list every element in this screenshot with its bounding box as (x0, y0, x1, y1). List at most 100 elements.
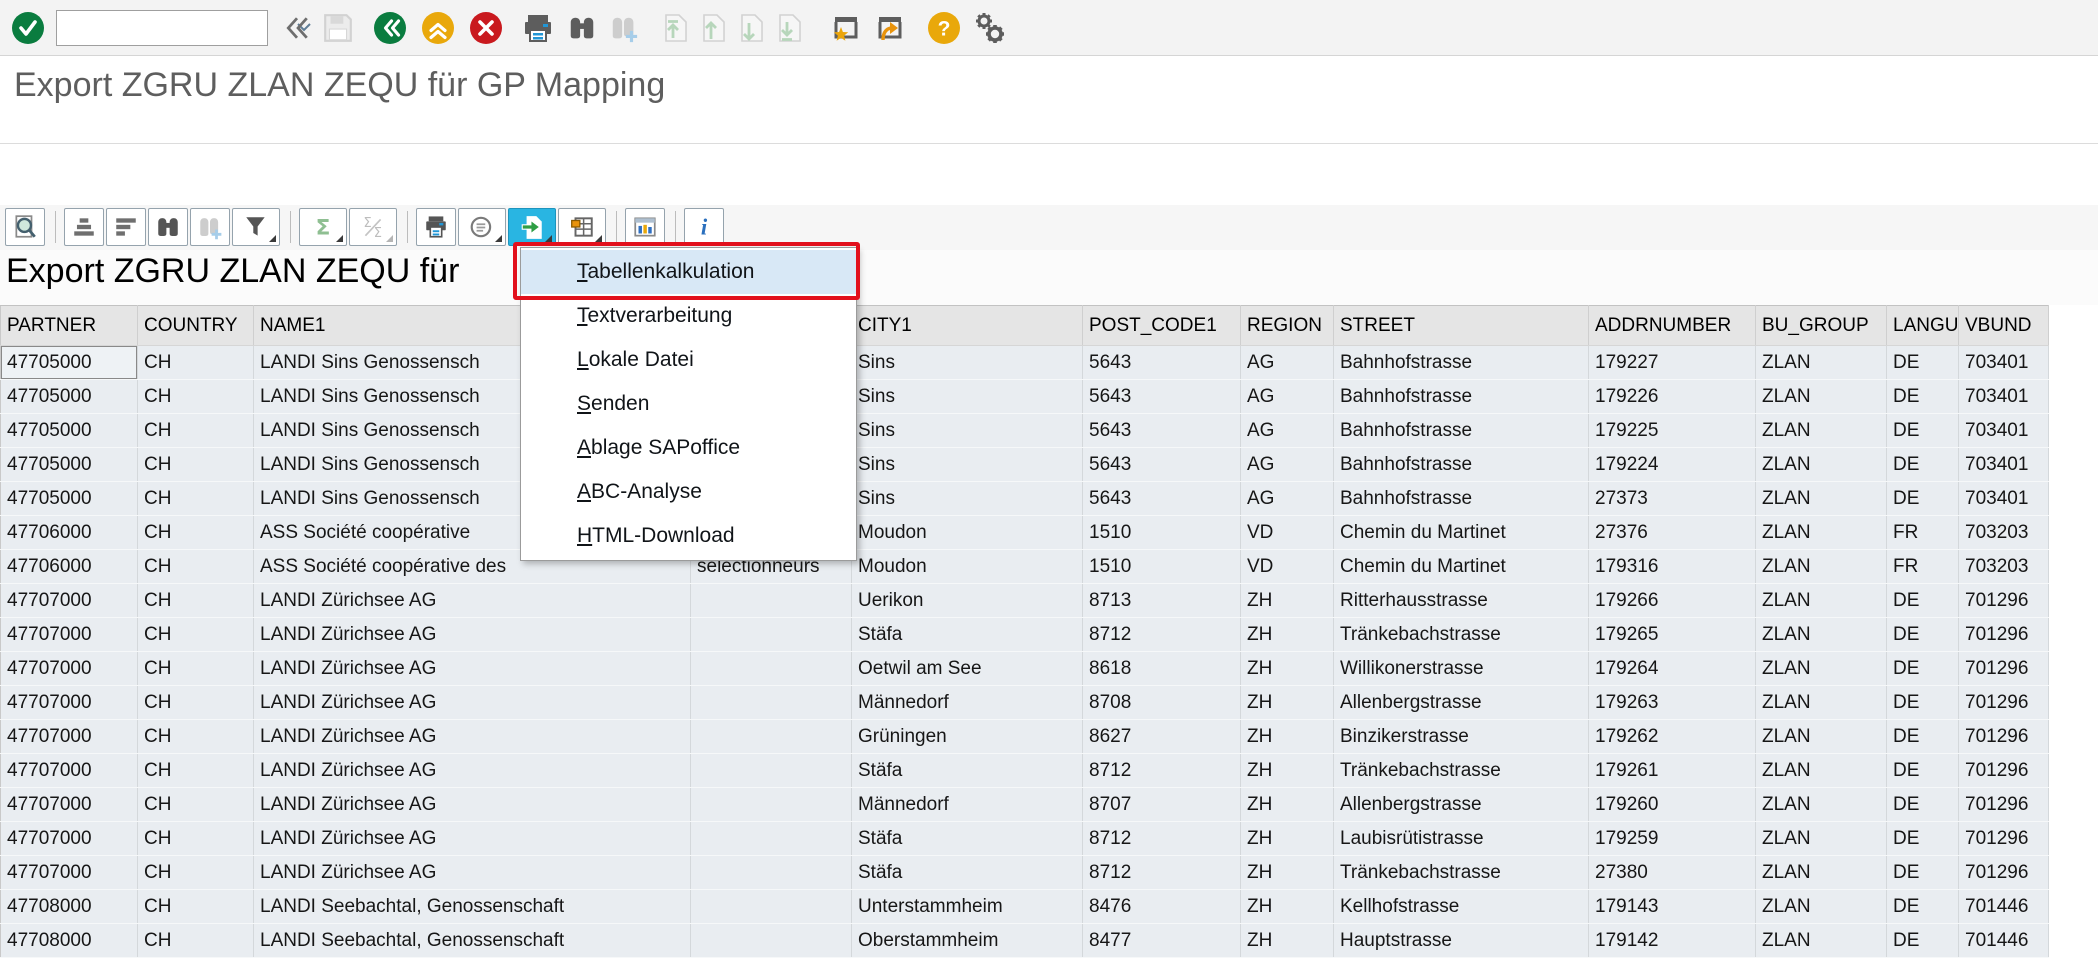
cell[interactable]: Tränkebachstrasse (1334, 856, 1589, 890)
cell[interactable]: AG (1241, 346, 1334, 380)
cell[interactable] (691, 720, 852, 754)
cell[interactable]: 701446 (1959, 890, 2049, 924)
cell[interactable]: Chemin du Martinet (1334, 516, 1589, 550)
cell[interactable]: DE (1887, 346, 1959, 380)
cell[interactable]: DE (1887, 720, 1959, 754)
total-button[interactable]: Σ (299, 208, 347, 246)
cell[interactable]: 701296 (1959, 584, 2049, 618)
cell[interactable]: CH (138, 618, 254, 652)
cell[interactable]: Unterstammheim (852, 890, 1083, 924)
cell[interactable]: DE (1887, 686, 1959, 720)
cell[interactable]: 47707000 (1, 720, 138, 754)
cell[interactable]: 179264 (1589, 652, 1756, 686)
cell[interactable]: FR (1887, 516, 1959, 550)
cell[interactable]: 8712 (1083, 856, 1241, 890)
cell[interactable]: 5643 (1083, 346, 1241, 380)
create-shortcut-button[interactable] (828, 10, 864, 46)
cell[interactable]: ZLAN (1756, 856, 1887, 890)
cell[interactable]: 27380 (1589, 856, 1756, 890)
export-button[interactable] (508, 208, 556, 246)
cell[interactable] (691, 890, 852, 924)
cell[interactable]: Bahnhofstrasse (1334, 448, 1589, 482)
exit-button[interactable] (420, 10, 456, 46)
cell[interactable]: ZH (1241, 686, 1334, 720)
cell[interactable]: 703401 (1959, 414, 2049, 448)
column-header-addrnumber[interactable]: ADDRNUMBER (1589, 306, 1756, 346)
details-button[interactable] (5, 208, 45, 246)
cell[interactable]: DE (1887, 652, 1959, 686)
cell[interactable]: CH (138, 346, 254, 380)
cell[interactable]: Bahnhofstrasse (1334, 346, 1589, 380)
cell[interactable]: ZH (1241, 856, 1334, 890)
cell[interactable]: Sins (852, 414, 1083, 448)
cell[interactable]: 47706000 (1, 516, 138, 550)
cell[interactable]: CH (138, 788, 254, 822)
cell[interactable]: Männedorf (852, 686, 1083, 720)
cell[interactable]: LANDI Zürichsee AG (254, 652, 691, 686)
cell[interactable]: ZLAN (1756, 618, 1887, 652)
graphic-button[interactable] (625, 208, 665, 246)
cell[interactable]: DE (1887, 448, 1959, 482)
cell[interactable]: 179266 (1589, 584, 1756, 618)
cell[interactable]: CH (138, 516, 254, 550)
column-header-region[interactable]: REGION (1241, 306, 1334, 346)
cell[interactable]: 179227 (1589, 346, 1756, 380)
cell[interactable]: Tränkebachstrasse (1334, 618, 1589, 652)
command-field[interactable] (57, 14, 297, 42)
cell[interactable]: AG (1241, 482, 1334, 516)
cell[interactable]: ZLAN (1756, 414, 1887, 448)
cell[interactable]: Hauptstrasse (1334, 924, 1589, 958)
cell[interactable]: ZLAN (1756, 346, 1887, 380)
cell[interactable] (691, 822, 852, 856)
back-button[interactable] (372, 10, 408, 46)
cell[interactable]: Allenbergstrasse (1334, 788, 1589, 822)
cell[interactable]: DE (1887, 618, 1959, 652)
cell[interactable]: DE (1887, 380, 1959, 414)
cell[interactable]: 8618 (1083, 652, 1241, 686)
cell[interactable]: 179263 (1589, 686, 1756, 720)
cell[interactable]: DE (1887, 584, 1959, 618)
cell[interactable]: ZLAN (1756, 584, 1887, 618)
cell[interactable]: VD (1241, 516, 1334, 550)
cell[interactable]: Oberstammheim (852, 924, 1083, 958)
cell[interactable]: CH (138, 550, 254, 584)
cell[interactable]: 47705000 (1, 380, 138, 414)
sort-descending-button[interactable] (106, 208, 146, 246)
cell[interactable]: 5643 (1083, 448, 1241, 482)
cell[interactable]: 701296 (1959, 788, 2049, 822)
cell[interactable]: 8627 (1083, 720, 1241, 754)
cell[interactable]: ZLAN (1756, 754, 1887, 788)
cell[interactable]: CH (138, 652, 254, 686)
cell[interactable]: 179225 (1589, 414, 1756, 448)
cell[interactable]: Binzikerstrasse (1334, 720, 1589, 754)
cell[interactable]: LANDI Zürichsee AG (254, 618, 691, 652)
cell[interactable]: 179265 (1589, 618, 1756, 652)
cell[interactable]: Allenbergstrasse (1334, 686, 1589, 720)
cell[interactable]: Chemin du Martinet (1334, 550, 1589, 584)
cell[interactable]: 47707000 (1, 856, 138, 890)
menu-item-senden[interactable]: Senden (521, 382, 856, 426)
cell[interactable]: ZLAN (1756, 380, 1887, 414)
cell[interactable]: 47707000 (1, 822, 138, 856)
cell[interactable]: 47705000 (1, 448, 138, 482)
cell[interactable]: 5643 (1083, 414, 1241, 448)
cell[interactable]: 8713 (1083, 584, 1241, 618)
cell[interactable]: ZH (1241, 754, 1334, 788)
column-header-post_code1[interactable]: POST_CODE1 (1083, 306, 1241, 346)
cell[interactable]: 47705000 (1, 414, 138, 448)
cell[interactable]: 8708 (1083, 686, 1241, 720)
column-header-partner[interactable]: PARTNER (1, 306, 138, 346)
cell[interactable]: Bahnhofstrasse (1334, 414, 1589, 448)
cell[interactable]: CH (138, 686, 254, 720)
cell[interactable]: 179142 (1589, 924, 1756, 958)
cell[interactable]: ZLAN (1756, 686, 1887, 720)
cell[interactable]: 47707000 (1, 584, 138, 618)
cell[interactable]: Ritterhausstrasse (1334, 584, 1589, 618)
cell[interactable]: CH (138, 482, 254, 516)
cell[interactable]: 179316 (1589, 550, 1756, 584)
collapse-toolbar-button[interactable] (282, 10, 312, 46)
cell[interactable]: ZH (1241, 720, 1334, 754)
cell[interactable]: DE (1887, 924, 1959, 958)
menu-item-tabellenkalkulation[interactable]: Tabellenkalkulation (521, 250, 856, 294)
cell[interactable]: ZLAN (1756, 550, 1887, 584)
